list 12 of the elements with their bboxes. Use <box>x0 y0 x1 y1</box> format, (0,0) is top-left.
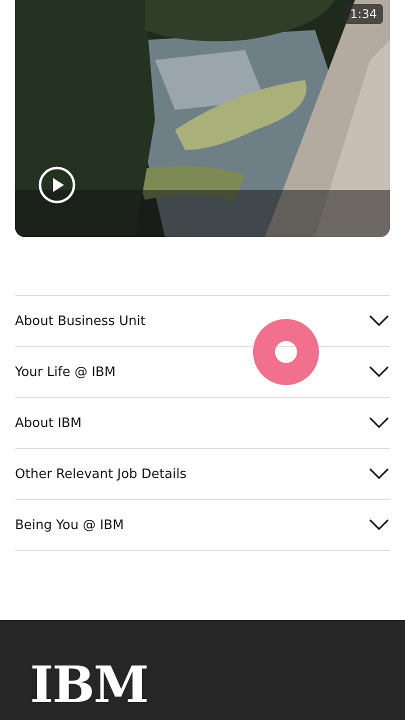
chevron-icon <box>369 366 389 378</box>
chevron-icon <box>369 315 389 327</box>
play-icon[interactable] <box>38 166 76 204</box>
ibm-logo[interactable]: IBM <box>30 655 148 715</box>
accordion-item[interactable]: Being You @ IBM <box>15 500 390 551</box>
accordion-item[interactable]: Other Relevant Job Details <box>15 449 390 500</box>
touch-indicator-icon <box>253 319 319 385</box>
chevron-icon <box>369 519 389 531</box>
accordion-item[interactable]: About IBM <box>15 398 390 449</box>
chevron-icon <box>369 417 389 429</box>
chevron-icon <box>369 468 389 480</box>
video-duration: 1:34 <box>344 4 383 24</box>
